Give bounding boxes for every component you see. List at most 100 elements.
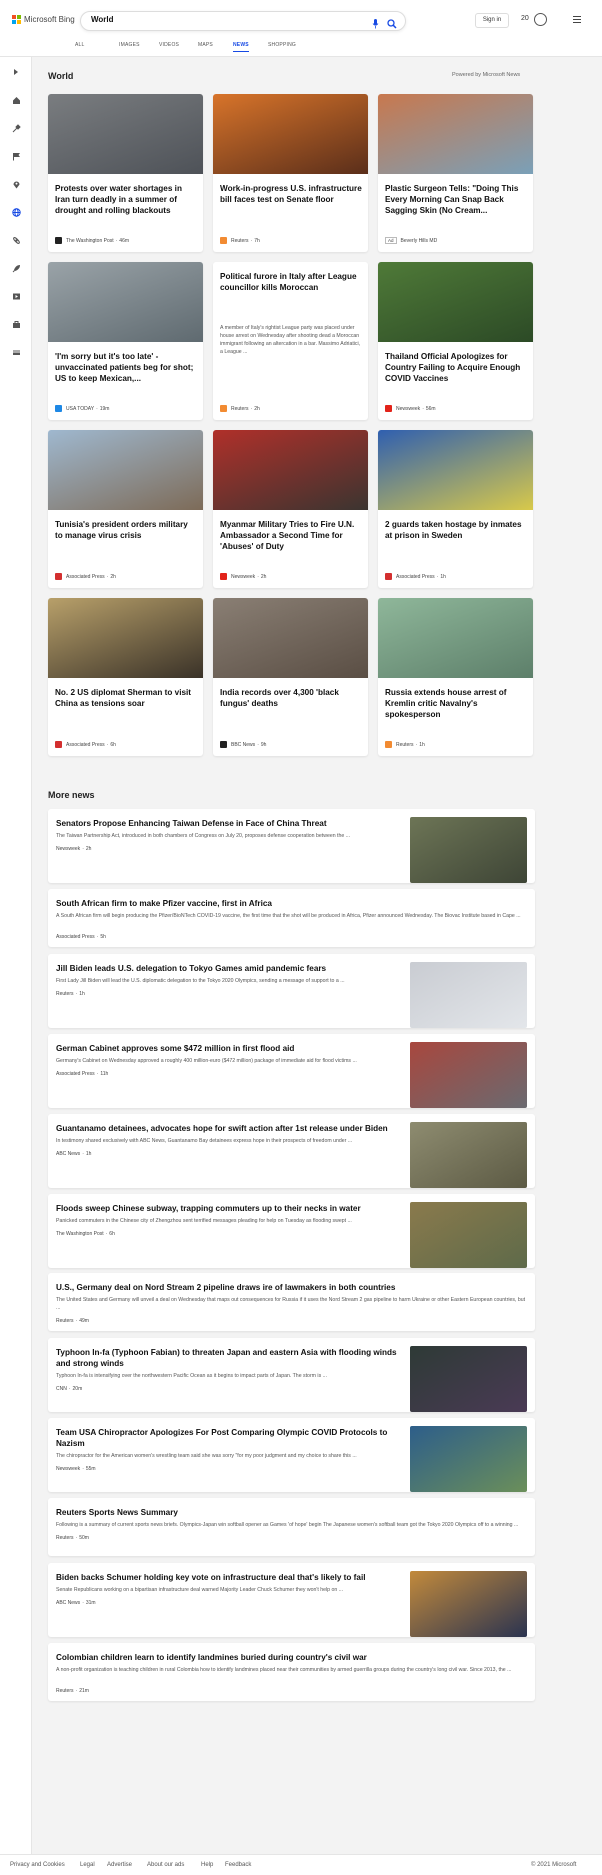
tab-images[interactable]: IMAGES xyxy=(119,42,140,48)
more-news-title[interactable]: Guantanamo detainees, advocates hope for… xyxy=(56,1123,401,1134)
news-card-title[interactable]: No. 2 US diplomat Sherman to visit China… xyxy=(55,687,197,709)
news-card[interactable]: India records over 4,300 'black fungus' … xyxy=(213,598,368,756)
news-card-source[interactable]: Reuters · 7h xyxy=(220,237,260,244)
money-icon[interactable] xyxy=(10,346,22,358)
more-news-item[interactable]: German Cabinet approves some $472 millio… xyxy=(48,1034,535,1108)
news-card-image[interactable] xyxy=(213,94,368,174)
news-card[interactable]: Tunisia's president orders military to m… xyxy=(48,430,203,588)
more-news-source[interactable]: Newsweek · 2h xyxy=(56,846,91,852)
news-card[interactable]: No. 2 US diplomat Sherman to visit China… xyxy=(48,598,203,756)
news-card-source[interactable]: Newsweek · 2h xyxy=(220,573,266,580)
news-card-title[interactable]: Political furore in Italy after League c… xyxy=(220,271,362,293)
news-card-source[interactable]: Ad Beverly Hills MD xyxy=(385,237,437,244)
news-card[interactable]: Plastic Surgeon Tells: "Doing This Every… xyxy=(378,94,533,252)
more-news-title[interactable]: Senators Propose Enhancing Taiwan Defens… xyxy=(56,818,401,829)
entertainment-icon[interactable] xyxy=(10,290,22,302)
news-card-source[interactable]: Associated Press · 6h xyxy=(55,741,116,748)
more-news-thumbnail[interactable] xyxy=(410,1202,527,1268)
more-news-item[interactable]: Reuters Sports News Summary Following is … xyxy=(48,1498,535,1556)
more-news-source[interactable]: ABC News · 31m xyxy=(56,1600,96,1606)
news-card[interactable]: Thailand Official Apologizes for Country… xyxy=(378,262,533,420)
hamburger-menu-icon[interactable] xyxy=(573,16,581,25)
news-card[interactable]: Protests over water shortages in Iran tu… xyxy=(48,94,203,252)
news-card-image[interactable] xyxy=(48,430,203,510)
more-news-title[interactable]: German Cabinet approves some $472 millio… xyxy=(56,1043,401,1054)
rewards-trophy-icon[interactable] xyxy=(534,13,547,26)
tab-maps[interactable]: MAPS xyxy=(198,42,213,48)
news-card-image[interactable] xyxy=(48,598,203,678)
more-news-thumbnail[interactable] xyxy=(410,1346,527,1412)
more-news-thumbnail[interactable] xyxy=(410,1042,527,1108)
more-news-title[interactable]: Floods sweep Chinese subway, trapping co… xyxy=(56,1203,401,1214)
news-card-title[interactable]: Protests over water shortages in Iran tu… xyxy=(55,183,197,216)
news-card[interactable]: Political furore in Italy after League c… xyxy=(213,262,368,420)
news-card[interactable]: Myanmar Military Tries to Fire U.N. Amba… xyxy=(213,430,368,588)
news-card-image[interactable] xyxy=(378,598,533,678)
tab-shopping[interactable]: SHOPPING xyxy=(268,42,296,48)
news-card[interactable]: Russia extends house arrest of Kremlin c… xyxy=(378,598,533,756)
more-news-source[interactable]: Associated Press · 5h xyxy=(56,934,106,940)
more-news-title[interactable]: Reuters Sports News Summary xyxy=(56,1507,526,1518)
more-news-title[interactable]: Typhoon In-fa (Typhoon Fabian) to threat… xyxy=(56,1347,401,1369)
footer-link-help[interactable]: Help xyxy=(201,1862,213,1868)
more-news-title[interactable]: U.S., Germany deal on Nord Stream 2 pipe… xyxy=(56,1282,526,1293)
news-card[interactable]: 2 guards taken hostage by inmates at pri… xyxy=(378,430,533,588)
sign-in-button[interactable]: Sign in xyxy=(475,13,509,28)
tab-videos[interactable]: VIDEOS xyxy=(159,42,179,48)
more-news-item[interactable]: Senators Propose Enhancing Taiwan Defens… xyxy=(48,809,535,883)
more-news-item[interactable]: Team USA Chiropractor Apologizes For Pos… xyxy=(48,1418,535,1492)
news-card-title[interactable]: India records over 4,300 'black fungus' … xyxy=(220,687,362,709)
microphone-icon[interactable] xyxy=(372,16,379,34)
footer-link-advertise[interactable]: Advertise xyxy=(107,1862,132,1868)
news-card-title[interactable]: Thailand Official Apologizes for Country… xyxy=(385,351,527,384)
news-card-image[interactable] xyxy=(378,430,533,510)
more-news-source[interactable]: Associated Press · 11h xyxy=(56,1071,108,1077)
footer-link-feedback[interactable]: Feedback xyxy=(225,1862,251,1868)
more-news-title[interactable]: Colombian children learn to identify lan… xyxy=(56,1652,526,1663)
more-news-item[interactable]: Biden backs Schumer holding key vote on … xyxy=(48,1563,535,1637)
news-card-title[interactable]: Plastic Surgeon Tells: "Doing This Every… xyxy=(385,183,527,216)
search-input[interactable] xyxy=(91,15,341,24)
more-news-item[interactable]: Floods sweep Chinese subway, trapping co… xyxy=(48,1194,535,1268)
news-card-image[interactable] xyxy=(378,262,533,342)
more-news-item[interactable]: South African firm to make Pfizer vaccin… xyxy=(48,889,535,947)
more-news-title[interactable]: Jill Biden leads U.S. delegation to Toky… xyxy=(56,963,401,974)
news-card-source[interactable]: BBC News · 9h xyxy=(220,741,266,748)
more-news-thumbnail[interactable] xyxy=(410,817,527,883)
footer-link-legal[interactable]: Legal xyxy=(80,1862,95,1868)
tab-news[interactable]: NEWS xyxy=(233,42,249,52)
more-news-item[interactable]: U.S., Germany deal on Nord Stream 2 pipe… xyxy=(48,1273,535,1331)
news-card-source[interactable]: Newsweek · 56m xyxy=(385,405,436,412)
rewards-points[interactable]: 20 xyxy=(521,15,529,22)
more-news-source[interactable]: Newsweek · 55m xyxy=(56,1466,96,1472)
news-card-source[interactable]: USA TODAY · 19m xyxy=(55,405,109,412)
news-card-title[interactable]: 'I'm sorry but it's too late' - unvaccin… xyxy=(55,351,197,384)
news-card-source[interactable]: The Washington Post · 46m xyxy=(55,237,129,244)
more-news-title[interactable]: Biden backs Schumer holding key vote on … xyxy=(56,1572,401,1583)
news-card-title[interactable]: Work-in-progress U.S. infrastructure bil… xyxy=(220,183,362,205)
science-icon[interactable] xyxy=(10,234,22,246)
globe-icon[interactable] xyxy=(10,206,22,218)
news-card-source[interactable]: Associated Press · 1h xyxy=(385,573,446,580)
footer-link-privacy[interactable]: Privacy and Cookies xyxy=(10,1862,65,1868)
news-card-title[interactable]: Tunisia's president orders military to m… xyxy=(55,519,197,541)
tools-icon[interactable] xyxy=(10,122,22,134)
news-card-image[interactable] xyxy=(213,598,368,678)
news-card-source[interactable]: Reuters · 2h xyxy=(220,405,260,412)
news-card[interactable]: Work-in-progress U.S. infrastructure bil… xyxy=(213,94,368,252)
more-news-item[interactable]: Typhoon In-fa (Typhoon Fabian) to threat… xyxy=(48,1338,535,1412)
news-card-source[interactable]: Associated Press · 2h xyxy=(55,573,116,580)
more-news-source[interactable]: The Washington Post · 6h xyxy=(56,1231,115,1237)
more-news-source[interactable]: Reuters · 21m xyxy=(56,1688,89,1694)
search-icon[interactable] xyxy=(387,16,397,34)
news-card-image[interactable] xyxy=(48,262,203,342)
more-news-source[interactable]: Reuters · 1h xyxy=(56,991,85,997)
more-news-thumbnail[interactable] xyxy=(410,962,527,1028)
more-news-thumbnail[interactable] xyxy=(410,1571,527,1637)
more-news-thumbnail[interactable] xyxy=(410,1426,527,1492)
location-icon[interactable] xyxy=(10,178,22,190)
news-card-title[interactable]: Russia extends house arrest of Kremlin c… xyxy=(385,687,527,720)
footer-link-about-ads[interactable]: About our ads xyxy=(147,1862,184,1868)
powered-by-label[interactable]: Powered by Microsoft News xyxy=(452,72,520,78)
more-news-title[interactable]: South African firm to make Pfizer vaccin… xyxy=(56,898,526,909)
